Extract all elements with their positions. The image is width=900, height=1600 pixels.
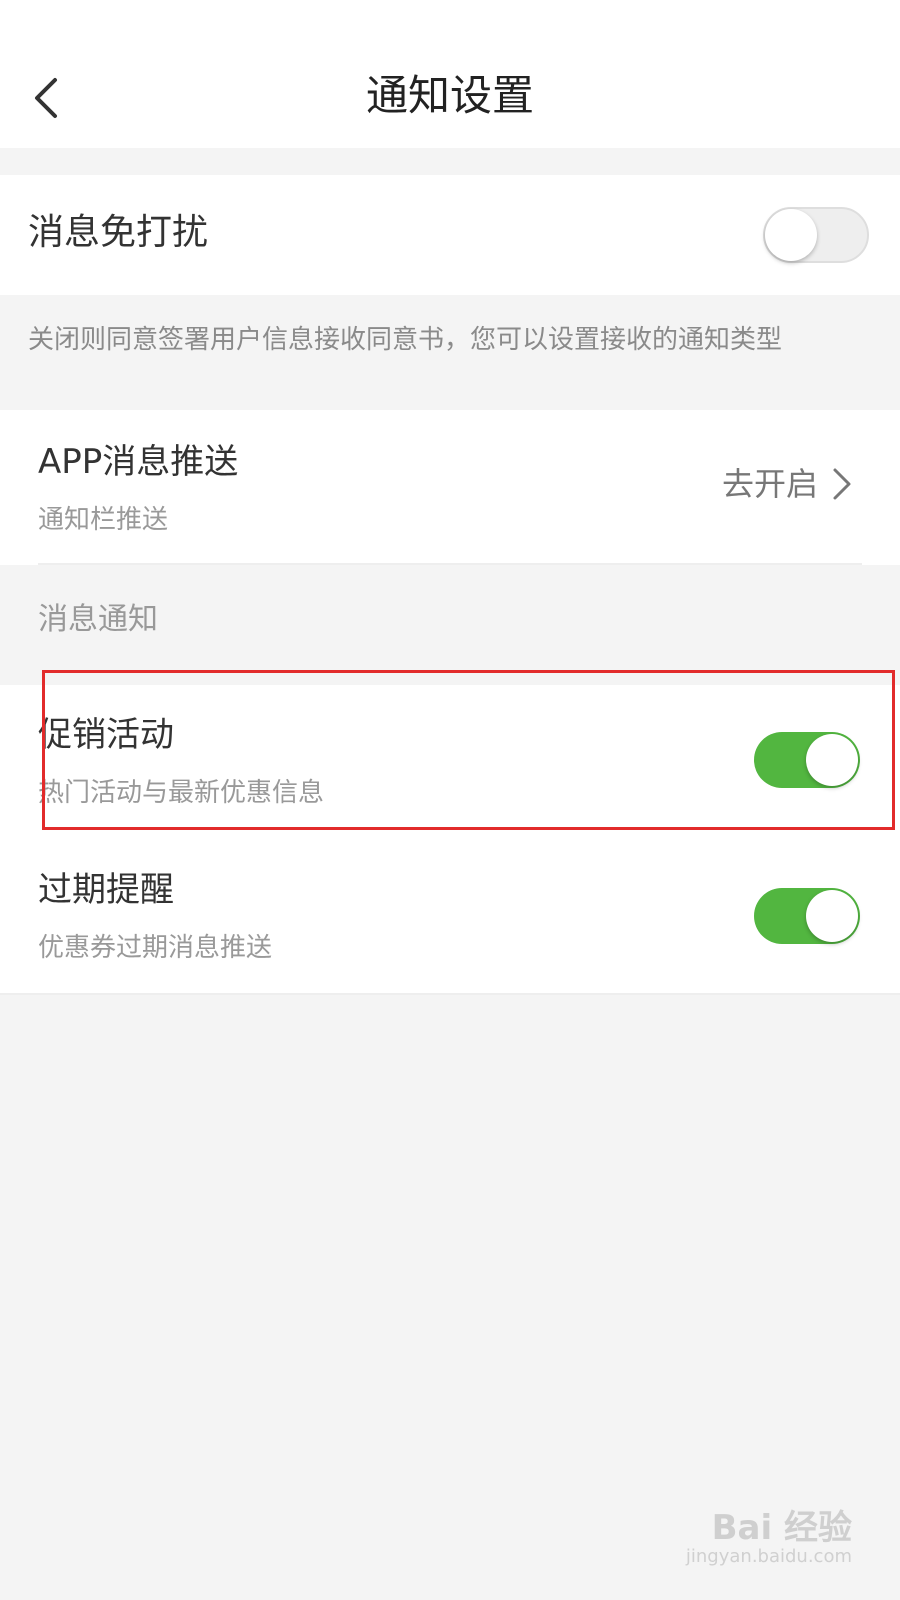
page-title: 通知设置 <box>365 71 534 120</box>
section-label: 消息通知 <box>38 602 158 637</box>
dnd-label: 消息免打扰 <box>28 212 209 253</box>
dnd-row: 消息免打扰 <box>0 175 900 295</box>
promotion-subtitle: 热门活动与最新优惠信息 <box>38 778 325 808</box>
dnd-toggle[interactable] <box>763 207 869 263</box>
app-push-row[interactable]: APP消息推送 通知栏推送 去开启 <box>0 410 900 565</box>
toggle-knob <box>806 890 858 942</box>
expiration-title: 过期提醒 <box>38 870 174 910</box>
chevron-right-icon <box>833 468 851 500</box>
expiration-subtitle: 优惠券过期消息推送 <box>38 933 273 963</box>
watermark-url: jingyan.baidu.com <box>685 1546 852 1567</box>
promotion-row: 促销活动 热门活动与最新优惠信息 <box>0 685 900 840</box>
go-open-label: 去开启 <box>721 465 818 503</box>
expiration-toggle[interactable] <box>754 888 860 944</box>
expiration-row: 过期提醒 优惠券过期消息推送 <box>0 840 900 995</box>
dnd-description: 关闭则同意签署用户信息接收同意书，您可以设置接收的通知类型 <box>28 325 783 355</box>
promotion-toggle[interactable] <box>754 732 860 788</box>
app-push-title: APP消息推送 <box>38 442 239 482</box>
go-open-link[interactable]: 去开启 <box>722 462 852 506</box>
watermark-brand: Bai 经验 <box>711 1508 852 1548</box>
promotion-title: 促销活动 <box>38 715 174 755</box>
divider <box>0 993 900 995</box>
divider <box>38 563 862 565</box>
baidu-jingyan-watermark: Bai 经验 jingyan.baidu.com <box>686 1510 852 1568</box>
app-push-subtitle: 通知栏推送 <box>38 505 169 535</box>
nav-header: 通知设置 <box>0 0 900 148</box>
toggle-knob <box>806 734 858 786</box>
toggle-knob <box>765 209 817 261</box>
